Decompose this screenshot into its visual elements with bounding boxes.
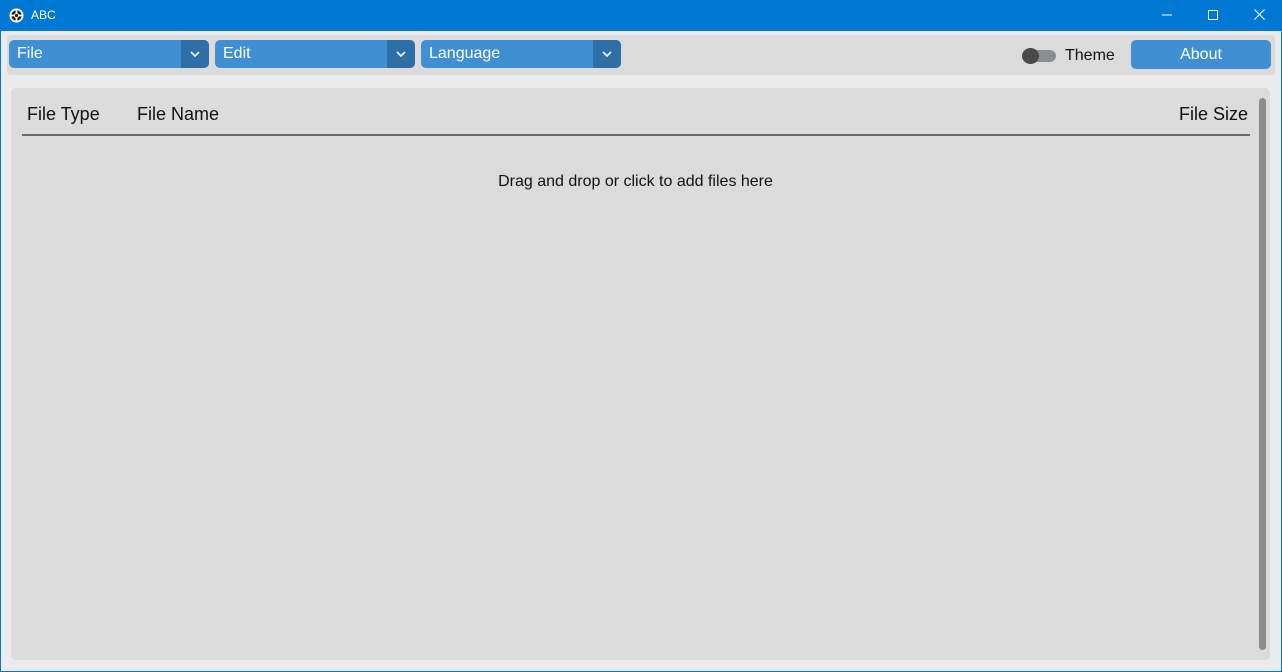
language-menu-label: Language (429, 45, 501, 62)
client-area: File Edit Language Theme About File Type… (1, 31, 1281, 671)
app-window: ABC File Edit Language Theme About File … (0, 0, 1282, 672)
chevron-down-icon[interactable] (387, 40, 415, 68)
file-menu-dropdown[interactable]: File (9, 40, 209, 68)
file-menu-label: File (17, 45, 43, 62)
title-bar[interactable]: ABC (0, 0, 1282, 31)
about-button[interactable]: About (1131, 40, 1271, 69)
edit-menu-dropdown[interactable]: Edit (215, 40, 415, 68)
chevron-down-icon[interactable] (593, 40, 621, 68)
theme-toggle[interactable] (1022, 48, 1056, 64)
chevron-down-icon[interactable] (181, 40, 209, 68)
app-logo-icon (9, 8, 24, 23)
minimize-icon (1162, 7, 1172, 25)
maximize-button[interactable] (1190, 0, 1236, 31)
minimize-button[interactable] (1144, 0, 1190, 31)
close-button[interactable] (1236, 0, 1282, 31)
theme-toggle-knob (1022, 48, 1039, 64)
header-divider (22, 134, 1250, 136)
vertical-scrollbar[interactable] (1259, 98, 1266, 650)
edit-menu-label: Edit (223, 45, 251, 62)
file-drop-area[interactable]: File Type File Name File Size Drag and d… (11, 88, 1270, 660)
column-header-file-size[interactable]: File Size (1179, 103, 1248, 125)
window-title: ABC (31, 8, 56, 22)
column-header-file-type[interactable]: File Type (27, 103, 100, 125)
maximize-icon (1208, 7, 1218, 25)
toolbar: File Edit Language Theme About (7, 35, 1275, 75)
column-header-file-name[interactable]: File Name (137, 103, 219, 125)
language-menu-dropdown[interactable]: Language (421, 40, 621, 68)
empty-state-message[interactable]: Drag and drop or click to add files here (11, 172, 1260, 192)
close-icon (1253, 7, 1265, 25)
theme-label: Theme (1065, 47, 1115, 64)
